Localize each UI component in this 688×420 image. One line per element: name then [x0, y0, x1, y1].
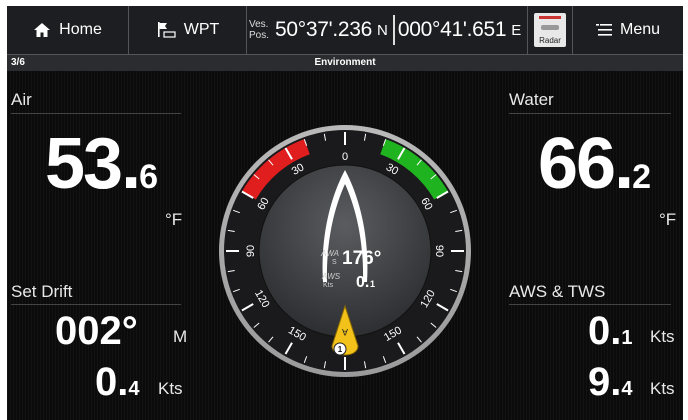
aws-value-int: 0. — [588, 309, 622, 353]
air-temperature-value: 53.6 — [45, 123, 158, 205]
pointer-badge-number: 1 — [338, 345, 343, 354]
set-unit: M — [173, 327, 188, 346]
vessel-position-readout[interactable]: Ves. Pos. 50°37'.236 N 000°41'.651 E — [247, 6, 528, 54]
home-icon — [34, 23, 51, 37]
awa-value: 176° — [342, 248, 381, 269]
waypoint-flag-icon — [157, 22, 176, 38]
aws-unit: Kts — [650, 327, 675, 346]
menu-icon — [595, 24, 612, 36]
tws-value: 9.4 — [588, 360, 632, 405]
page-title-bar: 3/6 Environment — [7, 55, 683, 71]
page-title: Environment — [314, 57, 376, 68]
pointer-letter: A — [342, 327, 348, 337]
air-value-int: 53. — [45, 124, 141, 204]
water-value-int: 66. — [538, 124, 634, 204]
gauge-scale-label: 0 — [342, 151, 348, 163]
ves-label: Ves. — [249, 19, 269, 30]
aws-tws-label: AWS & TWS — [509, 282, 606, 301]
set-drift-divider — [11, 304, 181, 305]
water-divider — [509, 113, 671, 114]
aws-value-dec: 1 — [621, 327, 633, 349]
environment-panel: Air 53.6 °F Water 66.2 °F Set Drift 002°… — [7, 71, 683, 420]
drift-unit: Kts — [158, 379, 183, 398]
pos-label: Pos. — [249, 30, 270, 41]
menu-label: Menu — [619, 21, 661, 38]
air-label: Air — [11, 90, 32, 109]
position-separator — [392, 15, 395, 45]
home-button[interactable]: Home — [7, 6, 129, 54]
water-unit: °F — [659, 210, 677, 229]
menu-button[interactable]: Menu — [573, 6, 683, 54]
set-drift-label: Set Drift — [11, 282, 73, 301]
aws-value: 0.1 — [588, 309, 632, 354]
latitude-value: 50°37'.236 — [275, 18, 373, 41]
gauge-scale-label: 90 — [245, 245, 257, 257]
radar-button[interactable]: Radar — [528, 6, 573, 54]
water-label: Water — [509, 90, 554, 109]
tws-value-int: 9. — [588, 360, 622, 404]
gauge-aws-value-int: 0. — [356, 274, 369, 291]
tws-unit: Kts — [650, 379, 675, 398]
longitude-value: 000°41'.651 — [397, 18, 507, 41]
radar-icon: Radar — [534, 13, 566, 47]
longitude-hemisphere: E — [511, 21, 522, 39]
awa-label: AWA — [320, 249, 339, 258]
set-value: 002° — [55, 309, 138, 353]
drift-value-int: 0. — [95, 360, 129, 404]
water-value-dec: 2 — [632, 158, 652, 196]
air-unit: °F — [165, 210, 183, 229]
drift-value: 0.4 — [95, 360, 139, 405]
gauge-aws-value-dec: 1 — [370, 279, 375, 289]
air-divider — [11, 113, 181, 114]
top-toolbar: Home WPT Ves. Pos. 50°37'.236 N 000°41'.… — [7, 6, 683, 55]
aws-label-sub: Kts — [323, 282, 334, 289]
waypoint-button[interactable]: WPT — [129, 6, 247, 54]
home-label: Home — [59, 21, 102, 38]
wpt-label: WPT — [183, 21, 220, 38]
latitude-hemisphere: N — [377, 21, 388, 39]
tws-value-dec: 4 — [621, 378, 633, 400]
air-value-dec: 6 — [139, 158, 159, 196]
aws-tws-divider — [509, 304, 671, 305]
awa-label-sub: S — [332, 259, 337, 266]
radar-label: Radar — [539, 36, 561, 45]
wind-gauge: 0306090120150150120906030 AWA S 176° AWS… — [219, 125, 471, 377]
gauge-scale-label: 90 — [433, 245, 445, 257]
aws-label: AWS — [321, 272, 341, 281]
drift-value-dec: 4 — [128, 378, 140, 400]
water-temperature-value: 66.2 — [538, 123, 651, 205]
chartplotter-screen: Home WPT Ves. Pos. 50°37'.236 N 000°41'.… — [7, 6, 683, 420]
